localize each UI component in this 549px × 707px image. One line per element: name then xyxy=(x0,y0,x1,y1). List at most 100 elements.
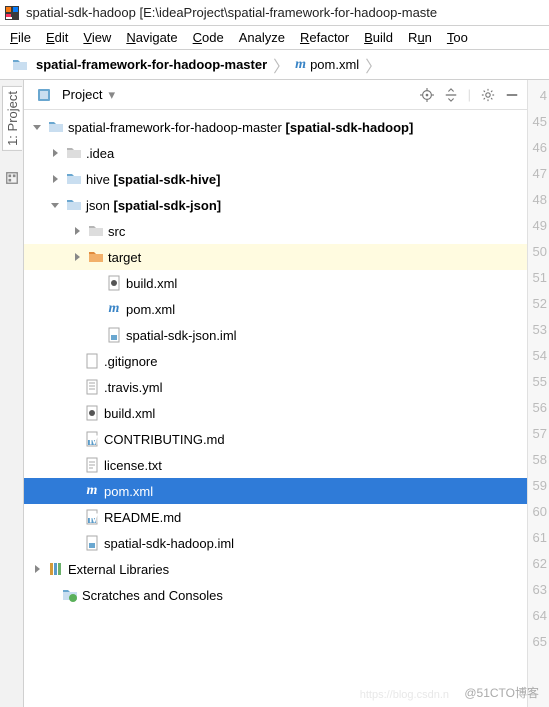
expand-arrow-icon[interactable] xyxy=(70,250,84,264)
tree-node-root-buildxml[interactable]: build.xml xyxy=(24,400,527,426)
tree-label: build.xml xyxy=(104,406,155,421)
project-panel: Project ▾ | spatial-framework-for-hadoop… xyxy=(24,80,527,707)
menu-tools[interactable]: Too xyxy=(441,28,472,47)
expand-arrow-icon[interactable] xyxy=(70,224,84,238)
menu-code[interactable]: Code xyxy=(187,28,230,47)
expand-arrow-icon[interactable] xyxy=(48,146,62,160)
tree-node-travis[interactable]: .travis.yml xyxy=(24,374,527,400)
expand-arrow-icon[interactable] xyxy=(30,120,44,134)
tree-node-src[interactable]: src xyxy=(24,218,527,244)
tree-node-buildxml[interactable]: build.xml xyxy=(24,270,527,296)
sidebar-tab-label: 1: Project xyxy=(5,91,20,146)
gutter-line: 64 xyxy=(528,602,549,628)
watermark: @51CTO博客 xyxy=(464,684,539,701)
gutter-line: 54 xyxy=(528,342,549,368)
separator: | xyxy=(468,87,471,102)
yaml-file-icon xyxy=(84,379,100,395)
tree-node-gitignore[interactable]: .gitignore xyxy=(24,348,527,374)
tree-label: External Libraries xyxy=(68,562,169,577)
menu-refactor[interactable]: Refactor xyxy=(294,28,355,47)
window-title: spatial-sdk-hadoop [E:\ideaProject\spati… xyxy=(26,5,437,20)
text-file-icon xyxy=(84,457,100,473)
tree-node-json-iml[interactable]: spatial-sdk-json.iml xyxy=(24,322,527,348)
breadcrumb-root-label: spatial-framework-for-hadoop-master xyxy=(36,57,267,72)
tree-node-json-pom[interactable]: m pom.xml xyxy=(24,296,527,322)
menu-file[interactable]: File xyxy=(4,28,37,47)
sidebar-tab-project[interactable]: 1: Project xyxy=(2,86,22,151)
tree-label: .travis.yml xyxy=(104,380,163,395)
breadcrumb-item-file[interactable]: m pom.xml xyxy=(295,57,359,73)
gutter-line: 59 xyxy=(528,472,549,498)
gutter-line: 45 xyxy=(528,108,549,134)
menu-build[interactable]: Build xyxy=(358,28,399,47)
gear-icon[interactable] xyxy=(481,88,495,102)
tree-label: CONTRIBUTING.md xyxy=(104,432,225,447)
tree-label: spatial-sdk-json.iml xyxy=(126,328,237,343)
main: 1: Project Project ▾ | xyxy=(0,80,549,707)
tree-node-root-pom[interactable]: m pom.xml xyxy=(24,478,527,504)
gutter-line: 63 xyxy=(528,576,549,602)
locate-icon[interactable] xyxy=(420,88,434,102)
breadcrumb-file-label: pom.xml xyxy=(310,57,359,72)
gutter-line: 51 xyxy=(528,264,549,290)
gutter-line: 49 xyxy=(528,212,549,238)
svg-text:MD: MD xyxy=(89,433,100,448)
panel-title[interactable]: Project ▾ xyxy=(32,87,414,103)
expand-arrow-icon[interactable] xyxy=(30,562,44,576)
tree-node-idea[interactable]: .idea xyxy=(24,140,527,166)
gutter-line: 48 xyxy=(528,186,549,212)
tree-node-hive[interactable]: hive [spatial-sdk-hive] xyxy=(24,166,527,192)
collapse-icon[interactable] xyxy=(444,88,458,102)
module-file-icon xyxy=(106,327,122,343)
tree-node-external-libraries[interactable]: External Libraries xyxy=(24,556,527,582)
tree-node-root[interactable]: spatial-framework-for-hadoop-master [spa… xyxy=(24,114,527,140)
library-icon xyxy=(48,561,64,577)
breadcrumb: spatial-framework-for-hadoop-master 〉 m … xyxy=(0,50,549,80)
gutter-line: 57 xyxy=(528,420,549,446)
panel-actions: | xyxy=(420,87,519,102)
tree-node-license[interactable]: license.txt xyxy=(24,452,527,478)
project-tree[interactable]: spatial-framework-for-hadoop-master [spa… xyxy=(24,110,527,707)
gutter-line: 65 xyxy=(528,628,549,654)
gutter-line: 61 xyxy=(528,524,549,550)
menu-run[interactable]: Run xyxy=(402,28,438,47)
tree-node-contributing[interactable]: MD CONTRIBUTING.md xyxy=(24,426,527,452)
menu-navigate[interactable]: Navigate xyxy=(120,28,183,47)
breadcrumb-item-root[interactable]: spatial-framework-for-hadoop-master xyxy=(8,57,267,73)
svg-text:MD: MD xyxy=(89,511,100,526)
expand-arrow-icon[interactable] xyxy=(48,172,62,186)
menu-view[interactable]: View xyxy=(77,28,117,47)
tree-node-target[interactable]: target xyxy=(24,244,527,270)
tree-label: json xyxy=(86,198,110,213)
tree-label: target xyxy=(108,250,141,265)
tree-label: pom.xml xyxy=(126,302,175,317)
project-icon xyxy=(36,87,52,103)
menu-edit[interactable]: Edit xyxy=(40,28,74,47)
tree-node-scratches[interactable]: Scratches and Consoles xyxy=(24,582,527,608)
gutter-line: 52 xyxy=(528,290,549,316)
folder-icon xyxy=(12,57,28,73)
structure-icon[interactable] xyxy=(5,171,19,185)
breadcrumb-separator: 〉 xyxy=(363,53,383,77)
folder-icon xyxy=(66,197,82,213)
expand-arrow-icon[interactable] xyxy=(48,198,62,212)
tree-node-json[interactable]: json [spatial-sdk-json] xyxy=(24,192,527,218)
tree-label: pom.xml xyxy=(104,484,153,499)
tree-label: src xyxy=(108,224,125,239)
markdown-file-icon: MD xyxy=(84,431,100,447)
minimize-icon[interactable] xyxy=(505,88,519,102)
watermark-url: https://blog.csdn.n xyxy=(360,689,449,701)
gutter-line: 56 xyxy=(528,394,549,420)
tree-module: [spatial-sdk-hive] xyxy=(113,172,220,187)
tree-node-root-iml[interactable]: spatial-sdk-hadoop.iml xyxy=(24,530,527,556)
breadcrumb-separator: 〉 xyxy=(271,53,291,77)
gutter-line: 60 xyxy=(528,498,549,524)
file-icon xyxy=(84,353,100,369)
tree-node-readme[interactable]: MD README.md xyxy=(24,504,527,530)
folder-icon xyxy=(66,171,82,187)
editor-gutter: 4 45 46 47 48 49 50 51 52 53 54 55 56 57… xyxy=(527,80,549,707)
menu-analyze[interactable]: Analyze xyxy=(233,28,291,47)
intellij-icon xyxy=(4,5,20,21)
gutter-line: 46 xyxy=(528,134,549,160)
gutter-line: 58 xyxy=(528,446,549,472)
